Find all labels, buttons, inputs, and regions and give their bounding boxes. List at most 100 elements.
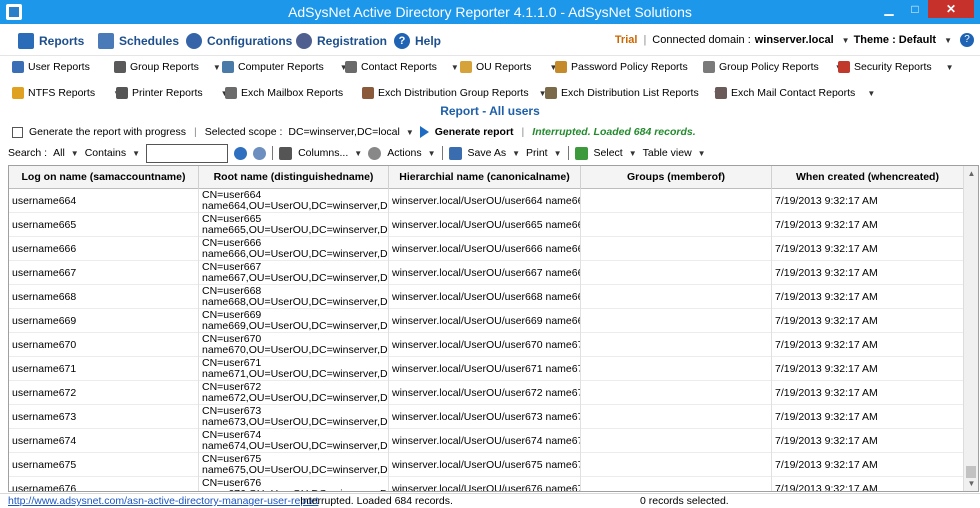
menu-password-policy-reports[interactable]: Password Policy Reports ▼ [555,61,712,73]
connected-domain-label: Connected domain : [652,34,751,46]
reports-icon [18,33,34,49]
cell-logon: username676 [9,477,199,491]
cell-groups [581,429,772,453]
menu-ntfs-reports[interactable]: NTFS Reports ▼ [12,87,121,99]
menu-group-policy-reports[interactable]: Group Policy Reports ▼ [703,61,843,73]
calendar-icon [98,33,114,49]
scroll-down-icon[interactable]: ▼ [964,476,978,491]
group-icon [114,61,126,73]
cell-canonical-name: winserver.local/UserOU/user668 name668 [389,285,581,309]
progress-checkbox[interactable] [12,126,23,138]
columns-button[interactable]: Columns... [298,147,348,159]
table-row[interactable]: username667 CN=user667 name667,OU=UserOU,D… [9,261,964,285]
generate-report-button[interactable]: Generate report [435,126,514,138]
gear-icon [186,33,202,49]
columns-icon [279,146,293,160]
cell-logon: username670 [9,333,199,357]
search-icon[interactable] [234,146,248,160]
cell-logon: username673 [9,405,199,429]
chevron-down-icon: ▼ [405,127,414,137]
menu-exch-distribution-list-reports[interactable]: Exch Distribution List Reports ▼ [545,87,721,99]
table-row[interactable]: username676CN=user676name676,OU=UserOU,D… [9,477,964,492]
menu-computer-reports[interactable]: Computer Reports ▼ [222,61,348,73]
save-as-button[interactable]: Save As [468,147,507,159]
cell-root-name: CN=user673 name673,OU=UserOU,DC=winserver… [199,405,389,429]
tab-label: Help [415,34,442,48]
search-input[interactable] [146,143,229,163]
table-row[interactable]: username675 CN=user675 name675,OU=UserOU,D… [9,453,964,477]
menu-user-reports[interactable]: User Reports ▼ [12,61,122,73]
status-message: Interrupted. Loaded 684 records. [300,495,453,507]
domain-dropdown[interactable]: winserver.local [755,34,834,46]
selected-scope-dropdown[interactable]: DC=winserver,DC=local [288,126,399,138]
table-view-button[interactable]: Table view [643,147,692,159]
scroll-up-icon[interactable]: ▲ [964,166,978,181]
table-row[interactable]: username673 CN=user673 name673,OU=UserOU,D… [9,405,964,429]
tab-configurations[interactable]: Configurations [186,33,292,49]
actions-icon [368,146,382,160]
search-field-dropdown[interactable]: All [53,147,65,159]
table-row[interactable]: username664 CN=user664 name664,OU=UserOU,D… [9,189,964,213]
menu-label: NTFS Reports [28,87,96,99]
trial-label: Trial [614,34,638,46]
search-condition-dropdown[interactable]: Contains [85,147,126,159]
theme-dropdown[interactable]: Theme : Default [854,34,937,46]
menu-label: Security Reports [854,61,932,73]
tab-schedules[interactable]: Schedules [98,33,179,49]
close-button[interactable]: ✕ [928,0,974,18]
column-header-logon[interactable]: Log on name (samaccountname) [9,166,199,189]
cell-canonical-name: winserver.local/UserOU/user670 name670 [389,333,581,357]
tab-registration[interactable]: Registration [296,33,387,49]
folder-icon [460,61,472,73]
table-row[interactable]: username669 CN=user669 name669,OU=UserOU,D… [9,309,964,333]
menu-label: Printer Reports [132,87,203,99]
column-header-when-created[interactable]: When created (whencreated) [772,166,964,189]
cell-root-name-line-2: name676,OU=UserOU,DC=winserver,DC=local [202,489,388,492]
vertical-scrollbar[interactable]: ▲ ▼ [963,166,978,491]
report-status: Interrupted. Loaded 684 records. [532,126,696,138]
table-row[interactable]: username674 CN=user674 name674,OU=UserOU,D… [9,429,964,453]
maximize-button[interactable]: □ [902,0,928,18]
select-button[interactable]: Select [594,147,623,159]
menu-label: Group Policy Reports [719,61,819,73]
progress-checkbox-label: Generate the report with progress [29,126,186,138]
cell-canonical-name: winserver.local/UserOU/user666 name666 [389,237,581,261]
mail-contact-icon [715,87,727,99]
key-icon [296,33,312,49]
menu-label: Password Policy Reports [571,61,688,73]
cell-when-created: 7/19/2013 9:32:17 AM [772,477,964,491]
window-title: AdSysNet Active Directory Reporter 4.1.1… [288,4,692,20]
menu-group-reports[interactable]: Group Reports ▼ [114,61,221,73]
menu-printer-reports[interactable]: Printer Reports ▼ [116,87,229,99]
cell-logon: username664 [9,189,199,213]
menu-security-reports[interactable]: Security Reports ▼ [838,61,954,73]
help-icon[interactable]: ? [960,33,974,47]
menu-ou-reports[interactable]: OU Reports ▼ [460,61,557,73]
table-row[interactable]: username671 CN=user671 name671,OU=UserOU,D… [9,357,964,381]
table-row[interactable]: username668 CN=user668 name668,OU=UserOU,D… [9,285,964,309]
actions-button[interactable]: Actions [387,147,421,159]
menu-exch-distribution-group-reports[interactable]: Exch Distribution Group Reports ▼ [362,87,547,99]
column-header-canonical-name[interactable]: Hierarchial name (canonicalname) [389,166,581,189]
table-row[interactable]: username672 CN=user672 name672,OU=UserOU,D… [9,381,964,405]
cell-root-name-line-2: name667,OU=UserOU,DC=winserver,DC=local [202,272,388,284]
table-row[interactable]: username665 CN=user665 name665,OU=UserOU,D… [9,213,964,237]
menu-exch-mail-contact-reports[interactable]: Exch Mail Contact Reports ▼ [715,87,875,99]
chevron-down-icon: ▼ [450,62,459,72]
table-row[interactable]: username666 CN=user666 name666,OU=UserOU,D… [9,237,964,261]
report-help-link[interactable]: http://www.adsysnet.com/asn-active-direc… [8,495,318,507]
cell-logon: username667 [9,261,199,285]
chevron-down-icon: ▼ [212,62,221,72]
table-row[interactable]: username670 CN=user670 name670,OU=UserOU,D… [9,333,964,357]
column-header-root-name[interactable]: Root name (distinguishedname) [199,166,389,189]
column-header-groups[interactable]: Groups (memberof) [581,166,772,189]
menu-contact-reports[interactable]: Contact Reports ▼ [345,61,459,73]
tab-help[interactable]: ? Help [394,33,441,49]
clear-search-icon[interactable] [253,146,267,160]
minimize-button[interactable]: ▁ [876,0,902,18]
print-button[interactable]: Print [526,147,548,159]
cell-root-name: CN=user668 name668,OU=UserOU,DC=winserver… [199,285,389,309]
cell-root-name: CN=user674 name674,OU=UserOU,DC=winserver… [199,429,389,453]
menu-exch-mailbox-reports[interactable]: Exch Mailbox Reports ▼ [225,87,369,99]
tab-reports[interactable]: Reports [18,33,84,49]
